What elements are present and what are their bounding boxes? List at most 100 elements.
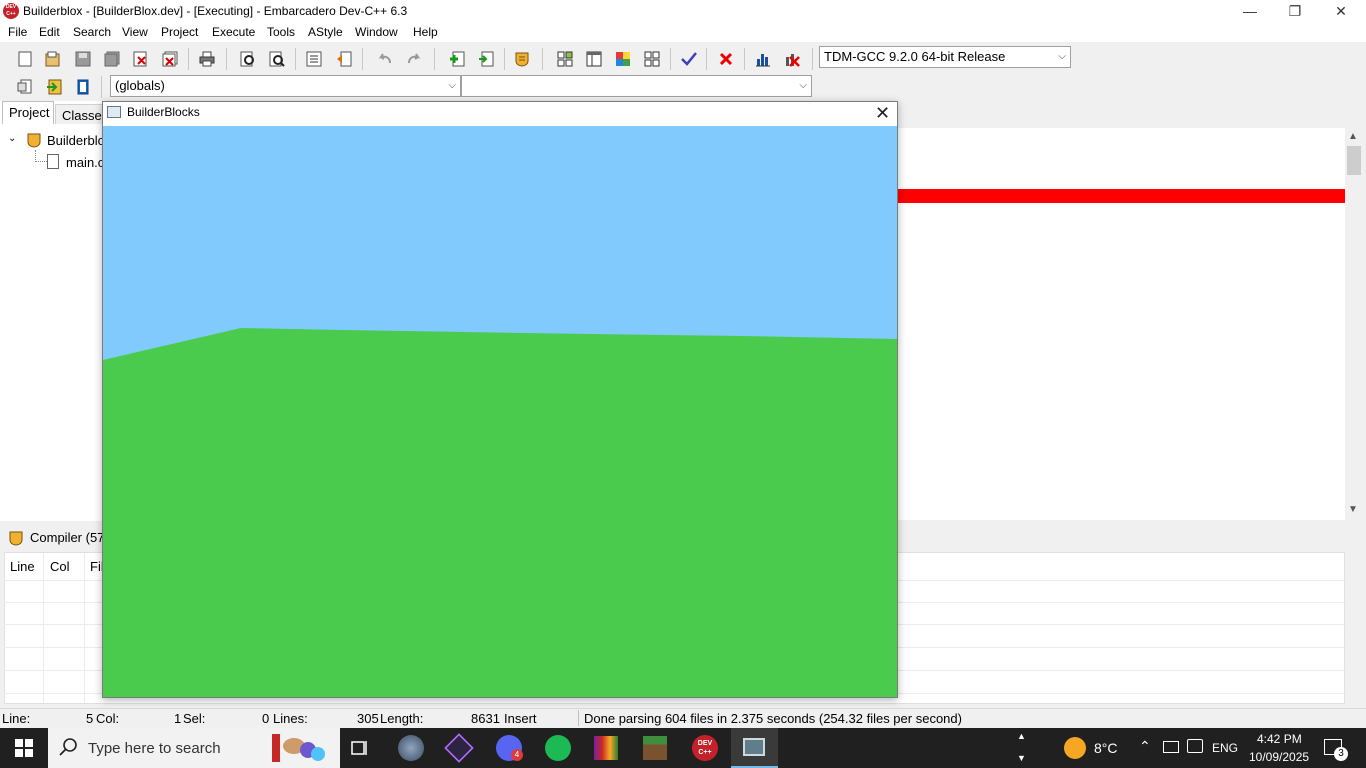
menu-window[interactable]: Window — [355, 25, 398, 39]
tab-compiler[interactable]: Compiler (57) — [30, 530, 109, 545]
maximize-button[interactable]: ❐ — [1272, 0, 1318, 22]
delete-profile-icon[interactable] — [781, 48, 803, 70]
clock-date[interactable]: 10/09/2025 — [1249, 750, 1309, 764]
layout-grid-icon[interactable] — [554, 48, 576, 70]
menu-project[interactable]: Project — [161, 25, 198, 39]
column-line[interactable]: Line — [10, 559, 35, 574]
game-ground — [103, 328, 897, 697]
close-button[interactable]: ✕ — [1318, 0, 1364, 22]
scroll-thumb[interactable] — [1347, 146, 1361, 175]
toolbar-separator — [362, 48, 363, 70]
code-editor[interactable] — [897, 128, 1345, 520]
goto-declaration-icon[interactable] — [14, 76, 36, 98]
add-to-project-icon[interactable] — [446, 48, 468, 70]
print-icon[interactable] — [196, 48, 218, 70]
toolbar-separator — [744, 48, 745, 70]
search-highlight-art-icon — [270, 732, 328, 768]
project-icon — [26, 132, 42, 151]
minecraft-app-icon[interactable] — [643, 736, 667, 760]
tree-file-main[interactable]: main.c — [66, 155, 104, 170]
toolbar-separator — [706, 48, 707, 70]
minimize-button[interactable]: — — [1227, 0, 1273, 22]
menu-help[interactable]: Help — [413, 25, 438, 39]
scope-select[interactable]: (globals) ⌵ — [110, 75, 461, 97]
status-col-label: Col: — [96, 711, 120, 726]
devcpp-app-icon: DEV C++ — [3, 3, 19, 19]
tree-project-root[interactable]: Builderblo — [47, 133, 105, 148]
status-line-label: Line: — [2, 711, 31, 726]
new-file-icon[interactable] — [14, 48, 36, 70]
status-line-value: 5 — [86, 711, 94, 726]
find-icon[interactable] — [237, 48, 259, 70]
task-view-icon[interactable] — [351, 739, 369, 760]
clock-time[interactable]: 4:42 PM — [1257, 732, 1302, 746]
close-all-icon[interactable] — [159, 48, 181, 70]
menu-edit[interactable]: Edit — [39, 25, 60, 39]
spotify-app-icon[interactable] — [545, 735, 571, 761]
tab-classes[interactable]: Classe — [55, 104, 105, 124]
toolbar-separator — [542, 48, 543, 70]
window-title: Builderblox - [BuilderBlox.dev] - [Execu… — [23, 4, 408, 18]
remove-from-project-icon[interactable] — [475, 48, 497, 70]
weather-icon[interactable] — [1064, 737, 1086, 759]
scroll-up-icon[interactable]: ▲ — [1348, 131, 1358, 142]
tree-connector — [35, 161, 47, 162]
layout-split-icon[interactable] — [583, 48, 605, 70]
menu-execute[interactable]: Execute — [212, 25, 255, 39]
menu-file[interactable]: File — [8, 25, 27, 39]
menu-tools[interactable]: Tools — [267, 25, 295, 39]
compiler-select[interactable]: TDM-GCC 9.2.0 64-bit Release ⌵ — [819, 46, 1071, 68]
redo-icon[interactable] — [403, 48, 425, 70]
devcpp-taskbar-icon[interactable]: DEV C++ — [692, 735, 718, 761]
menu-search[interactable]: Search — [73, 25, 111, 39]
close-file-icon[interactable] — [130, 48, 152, 70]
winrar-app-icon[interactable] — [594, 736, 618, 760]
grid-column-divider — [84, 553, 85, 703]
discord-badge: 4 — [511, 749, 523, 761]
undo-icon[interactable] — [374, 48, 396, 70]
overflow-up-icon[interactable]: ▲ — [1017, 731, 1026, 741]
goto-definition-icon[interactable] — [43, 76, 65, 98]
save-all-icon[interactable] — [101, 48, 123, 70]
status-message: Done parsing 604 files in 2.375 seconds … — [584, 711, 962, 726]
stop-execution-icon[interactable] — [715, 48, 737, 70]
tab-project[interactable]: Project — [2, 101, 54, 124]
color-palette-icon[interactable] — [612, 48, 634, 70]
status-sel-label: Sel: — [183, 711, 206, 726]
program-window-icon — [107, 106, 121, 118]
tile-windows-icon[interactable] — [641, 48, 663, 70]
menu-bar — [0, 22, 1366, 42]
overflow-down-icon[interactable]: ▼ — [1017, 753, 1026, 763]
file-icon — [47, 154, 59, 169]
unindent-icon[interactable] — [333, 48, 355, 70]
network-icon[interactable] — [1187, 739, 1203, 753]
weather-temperature[interactable]: 8°C — [1094, 740, 1118, 756]
language-indicator[interactable]: ENG — [1212, 741, 1238, 755]
scope-select-value: (globals) — [115, 78, 165, 93]
program-window-taskbar-icon[interactable] — [743, 738, 765, 756]
project-options-icon[interactable] — [511, 48, 533, 70]
windows-start-icon[interactable] — [15, 739, 33, 760]
profile-analysis-icon[interactable] — [752, 48, 774, 70]
column-col[interactable]: Col — [50, 559, 70, 574]
app-globe-icon[interactable] — [398, 735, 424, 761]
menu-astyle[interactable]: AStyle — [308, 25, 343, 39]
replace-icon[interactable] — [266, 48, 288, 70]
chevron-down-icon: ⌵ — [448, 80, 456, 91]
save-icon[interactable] — [72, 48, 94, 70]
editor-scrollbar[interactable] — [1345, 128, 1363, 520]
program-close-button[interactable]: ✕ — [868, 101, 897, 125]
battery-icon[interactable] — [1163, 741, 1179, 753]
menu-view[interactable]: View — [122, 25, 148, 39]
status-sel-value: 0 — [262, 711, 270, 726]
indent-icon[interactable] — [303, 48, 325, 70]
syntax-check-icon[interactable] — [678, 48, 700, 70]
member-select[interactable]: ⌵ — [461, 75, 812, 97]
tree-expand-icon[interactable]: ⌄ — [8, 133, 16, 144]
scroll-down-icon[interactable]: ▼ — [1348, 504, 1358, 515]
open-project-icon[interactable] — [42, 48, 64, 70]
status-lines-label: Lines: — [273, 711, 308, 726]
chevron-up-icon[interactable]: ⌃ — [1139, 738, 1151, 755]
status-insert-mode: Insert — [504, 711, 537, 726]
insert-icon[interactable] — [72, 76, 94, 98]
